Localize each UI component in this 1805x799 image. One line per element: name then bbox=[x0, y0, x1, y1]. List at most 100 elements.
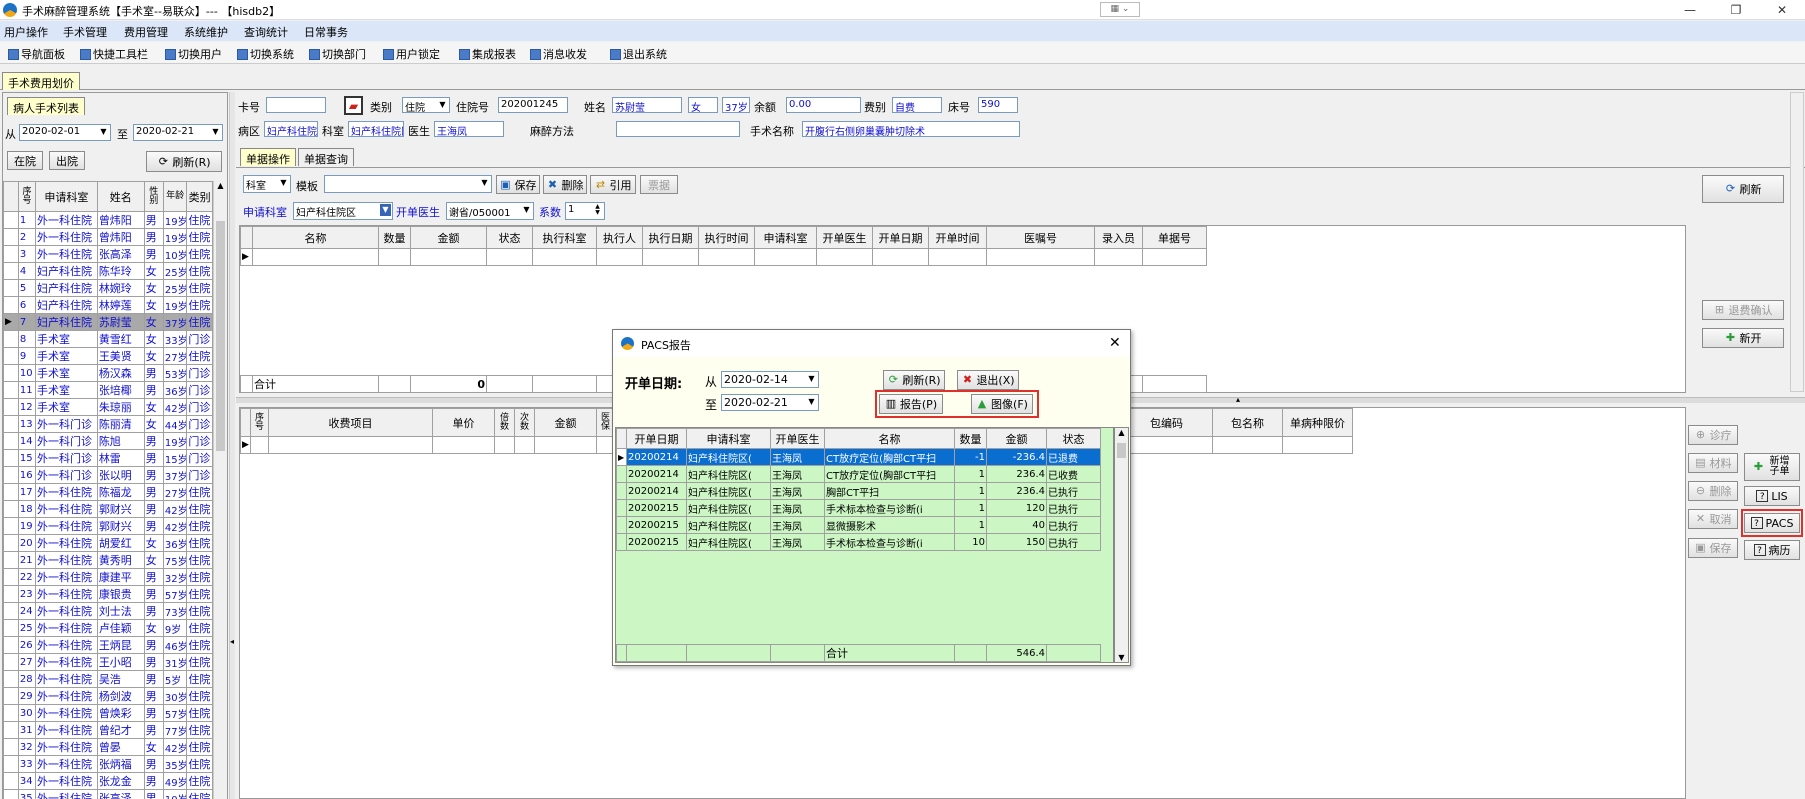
dialog-refresh-button[interactable]: ⟳ 刷新(R) bbox=[883, 370, 945, 390]
table-row[interactable]: 28 外一科住院 吴浩男 5岁 住院 bbox=[3, 670, 213, 688]
table-row[interactable]: 27 外一科住院 王小昭男 31岁 住院 bbox=[3, 653, 213, 671]
table-row[interactable]: 30 外一科住院 曾焕彩男 57岁 住院 bbox=[3, 704, 213, 722]
table-row[interactable]: 8 手术室 黄雪红女 33岁 门诊 bbox=[3, 330, 213, 348]
pacs-row[interactable]: 20200214 妇产科住院区(王海凤 胸部CT平扫 1 236.4 已执行 bbox=[616, 482, 1101, 500]
table-row[interactable]: 12 手术室 朱琼丽女 42岁 门诊 bbox=[3, 398, 213, 416]
table-row[interactable]: 32 外一科住院 曾晏女 42岁 住院 bbox=[3, 738, 213, 756]
table-row[interactable]: 17 外一科住院 陈福龙男 27岁 住院 bbox=[3, 483, 213, 501]
table-row[interactable]: 26 外一科住院 王炳昆男 46岁 住院 bbox=[3, 636, 213, 654]
refresh-button[interactable]: ⟳ 刷新 bbox=[1702, 175, 1784, 203]
table-row[interactable]: 10 手术室 杨汉森男 53岁 门诊 bbox=[3, 364, 213, 382]
type-select[interactable]: 住院 ▼ bbox=[402, 97, 450, 113]
right-scrollbar[interactable] bbox=[1790, 92, 1804, 392]
table-row[interactable]: 6 妇产科住院 林婷莲女 19岁 住院 bbox=[3, 296, 213, 314]
refresh-list-button[interactable]: ⟳ 刷新(R) bbox=[146, 151, 222, 172]
lock-user-button[interactable]: 用户锁定 bbox=[383, 46, 440, 62]
apply-dept-select[interactable]: 妇产科住院区 ▼ bbox=[293, 202, 393, 220]
table-row[interactable]: 18 外一科住院 郭财兴男 42岁 住院 bbox=[3, 500, 213, 518]
switch-dept-button[interactable]: 切换部门 bbox=[309, 46, 366, 62]
menu-query[interactable]: 查询统计 bbox=[244, 24, 288, 40]
to-date-picker[interactable]: 2020-02-21 ▼ bbox=[133, 124, 223, 141]
table-row[interactable]: 21 外一科住院 黄秀明女 75岁 住院 bbox=[3, 551, 213, 569]
table-row[interactable]: 14 外一科门诊 陈旭男 19岁 门诊 bbox=[3, 432, 213, 450]
table-row[interactable]: 9 手术室 王美贤女 27岁 住院 bbox=[3, 347, 213, 365]
scroll-up-icon[interactable]: ▲ bbox=[1115, 428, 1128, 437]
switch-user-button[interactable]: 切换用户 bbox=[165, 46, 222, 62]
table-row[interactable]: 1 外一科住院 曾炜阳男 19岁 住院 bbox=[3, 211, 213, 229]
scroll-thumb[interactable] bbox=[216, 221, 225, 451]
vertical-splitter[interactable]: ◂ bbox=[229, 92, 235, 799]
dialog-exit-button[interactable]: ✖ 退出(X) bbox=[957, 370, 1019, 390]
table-row[interactable]: 4 妇产科住院 陈华玲女 25岁 住院 bbox=[3, 262, 213, 280]
inpatient-button[interactable]: 在院 bbox=[7, 151, 43, 170]
cancel-button[interactable]: ✕ 取消 bbox=[1688, 509, 1738, 529]
table-row[interactable]: 24 外一科住院 刘士法男 73岁 住院 bbox=[3, 602, 213, 620]
table-row[interactable]: 20 外一科住院 胡爱红女 36岁 住院 bbox=[3, 534, 213, 552]
reports-button[interactable]: 集成报表 bbox=[459, 46, 516, 62]
table-row[interactable]: ▶ 7 妇产科住院 苏尉莹女 37岁 住院 bbox=[3, 313, 213, 331]
delete-template-button[interactable]: ✖ 删除 bbox=[543, 175, 587, 194]
apply-doctor-select[interactable]: 谢省/050001 ▼ bbox=[446, 202, 534, 220]
save-template-button[interactable]: ▣ 保存 bbox=[496, 175, 540, 194]
lis-button[interactable]: ? LIS bbox=[1744, 486, 1800, 506]
inpatient-no-field[interactable]: 202001245 bbox=[498, 97, 568, 113]
from-date-picker[interactable]: 2020-02-01 ▼ bbox=[19, 124, 111, 141]
minimize-icon[interactable]: — bbox=[1667, 0, 1713, 20]
delete-row-button[interactable]: ⊖ 删除 bbox=[1688, 481, 1738, 501]
tab-bill-operation[interactable]: 单据操作 bbox=[240, 148, 296, 166]
pacs-scrollbar[interactable]: ▲ ▼ bbox=[1114, 427, 1129, 663]
table-row[interactable]: 33 外一科住院 张炳福男 35岁 住院 bbox=[3, 755, 213, 773]
pacs-row[interactable]: 20200214 妇产科住院区(王海凤 CT放疗定位(胸部CT平扫 1 236.4 已收费 bbox=[616, 465, 1101, 483]
table-row[interactable]: 29 外一科住院 杨剑波男 30岁 住院 bbox=[3, 687, 213, 705]
table-row[interactable]: 19 外一科住院 郭财兴男 42岁 住院 bbox=[3, 517, 213, 535]
table-row[interactable]: 11 手术室 张培椰男 36岁 门诊 bbox=[3, 381, 213, 399]
scroll-down-icon[interactable]: ▼ bbox=[1115, 653, 1128, 662]
save-button[interactable]: ▣ 保存 bbox=[1688, 538, 1738, 558]
cite-button[interactable]: ⇄ 引用 bbox=[590, 175, 636, 194]
template-select[interactable]: ▼ bbox=[324, 175, 492, 193]
table-row[interactable]: 2 外一科住院 曾炜阳男 19岁 住院 bbox=[3, 228, 213, 246]
table-row[interactable]: 5 妇产科住院 林婉玲女 25岁 住院 bbox=[3, 279, 213, 297]
discharged-button[interactable]: 出院 bbox=[49, 151, 85, 170]
layout-switch-icon[interactable]: ▦ ⌄ bbox=[1100, 2, 1140, 17]
card-reader-button[interactable]: ▰ bbox=[344, 96, 363, 115]
pacs-row[interactable]: 20200215 妇产科住院区(王海凤 手术标本检查与诊断(i 1 120 已执行 bbox=[616, 499, 1101, 517]
material-button[interactable]: ▤ 材料 bbox=[1688, 453, 1738, 473]
card-input[interactable] bbox=[266, 97, 326, 113]
table-row[interactable]: 22 外一科住院 康建平男 32岁 住院 bbox=[3, 568, 213, 586]
tab-patient-list[interactable]: 病人手术列表 bbox=[7, 97, 85, 115]
stepper-arrows-icon[interactable]: ▲ ▼ bbox=[592, 204, 603, 216]
close-icon[interactable]: ✕ bbox=[1759, 0, 1805, 20]
menu-system[interactable]: 系统维护 bbox=[184, 24, 228, 40]
add-sub-bill-button[interactable]: ✚ 新增子单 bbox=[1744, 453, 1800, 481]
table-row[interactable]: 23 外一科住院 康银贵男 57岁 住院 bbox=[3, 585, 213, 603]
table-row[interactable]: 15 外一科门诊 林雷男 15岁 门诊 bbox=[3, 449, 213, 467]
dialog-to-date[interactable]: 2020-02-21 ▼ bbox=[721, 394, 819, 411]
scroll-thumb[interactable] bbox=[1117, 443, 1126, 458]
diagnosis-button[interactable]: ⊕ 诊疗 bbox=[1688, 425, 1738, 445]
menu-user[interactable]: 用户操作 bbox=[4, 24, 48, 40]
exit-system-button[interactable]: 退出系统 bbox=[610, 46, 667, 62]
dialog-from-date[interactable]: 2020-02-14 ▼ bbox=[721, 371, 819, 388]
medical-record-button[interactable]: ? 病历 bbox=[1744, 540, 1800, 560]
nav-panel-button[interactable]: 导航面板 bbox=[8, 46, 65, 62]
switch-system-button[interactable]: 切换系统 bbox=[237, 46, 294, 62]
factor-stepper[interactable]: 1 ▲ ▼ bbox=[565, 202, 605, 220]
receipt-button[interactable]: 票据 bbox=[640, 175, 678, 194]
table-row[interactable]: 16 外一科门诊 张以明男 37岁 门诊 bbox=[3, 466, 213, 484]
tab-bill-query[interactable]: 单据查询 bbox=[298, 148, 354, 166]
menu-daily[interactable]: 日常事务 bbox=[304, 24, 348, 40]
tab-surgery-fee[interactable]: 手术费用划价 bbox=[2, 72, 80, 90]
menu-fee[interactable]: 费用管理 bbox=[124, 24, 168, 40]
pacs-row[interactable]: 20200215 妇产科住院区(王海凤 显微摄影术 1 40 已执行 bbox=[616, 516, 1101, 534]
scroll-up-icon[interactable]: ▲ bbox=[214, 181, 227, 190]
table-row[interactable]: 25 外一科住院 卢佳颖女 9岁 住院 bbox=[3, 619, 213, 637]
table-row[interactable]: 31 外一科住院 曾纪才男 77岁 住院 bbox=[3, 721, 213, 739]
refund-confirm-button[interactable]: ⊞ 退费确认 bbox=[1702, 300, 1784, 320]
table-row[interactable]: 35外一科住院张高泽男10岁住院 bbox=[3, 789, 213, 799]
new-bill-button[interactable]: ✚ 新开 bbox=[1702, 328, 1784, 348]
dept-select[interactable]: 科室 ▼ bbox=[243, 175, 291, 193]
table-row[interactable]: 3 外一科住院 张高泽男 10岁 住院 bbox=[3, 245, 213, 263]
table-row[interactable]: 34 外一科住院 张龙金男 49岁 住院 bbox=[3, 772, 213, 790]
pacs-row[interactable]: ▶ 20200214 妇产科住院区(王海凤 CT放疗定位(胸部CT平扫 -1 -236.4… bbox=[616, 448, 1101, 466]
